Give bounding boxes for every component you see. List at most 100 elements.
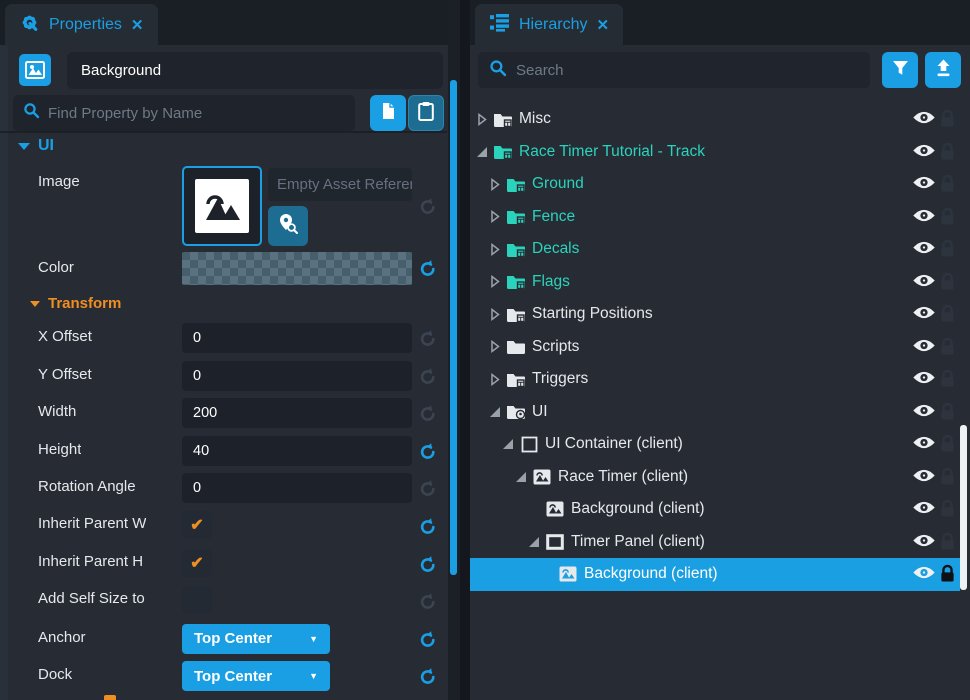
tree-row[interactable]: Decals [470, 233, 970, 266]
properties-scrollbar-track[interactable] [448, 0, 460, 700]
tree-row[interactable]: UI Container (client) [470, 428, 970, 461]
object-name-input[interactable] [67, 52, 443, 89]
checkbox[interactable] [182, 586, 212, 614]
collapsed-arrow-icon[interactable] [487, 242, 503, 256]
visibility-eye-icon[interactable] [912, 468, 936, 485]
dropdown-select[interactable]: Top Center ▼ [182, 661, 330, 691]
lock-icon[interactable] [940, 207, 955, 226]
filter-button[interactable] [882, 52, 918, 88]
tree-row[interactable]: Triggers [470, 363, 970, 396]
copy-properties-button[interactable] [370, 95, 406, 131]
reset-dropdown-button[interactable] [418, 629, 438, 649]
lock-icon[interactable] [940, 272, 955, 291]
expanded-arrow-icon[interactable] [474, 145, 490, 159]
visibility-eye-icon[interactable] [912, 370, 936, 387]
collapsed-arrow-icon[interactable] [487, 177, 503, 191]
lock-icon[interactable] [940, 174, 955, 193]
checkbox[interactable]: ✔ [182, 549, 212, 577]
reset-checkbox-button[interactable] [418, 591, 438, 611]
field-input[interactable] [182, 436, 412, 466]
tree-row[interactable]: Race Timer (client) [470, 461, 970, 494]
tree-row[interactable]: Flags [470, 266, 970, 299]
visibility-eye-icon[interactable] [912, 175, 936, 192]
collapsed-arrow-icon[interactable] [474, 112, 490, 126]
field-input[interactable] [182, 323, 412, 353]
reset-field-button[interactable] [418, 328, 438, 348]
expanded-arrow-icon[interactable] [487, 405, 503, 419]
lock-icon[interactable] [940, 564, 955, 583]
field-input[interactable] [182, 473, 412, 503]
expanded-arrow-icon[interactable] [500, 437, 516, 451]
visibility-eye-icon[interactable] [912, 533, 936, 550]
reset-field-button[interactable] [418, 478, 438, 498]
tree-row[interactable]: Scripts [470, 331, 970, 364]
visibility-eye-icon[interactable] [912, 273, 936, 290]
lock-icon[interactable] [940, 499, 955, 518]
tree-row[interactable]: Timer Panel (client) [470, 526, 970, 559]
tree-row[interactable]: Ground [470, 168, 970, 201]
reset-checkbox-button[interactable] [418, 516, 438, 536]
lock-icon[interactable] [940, 532, 955, 551]
lock-icon[interactable] [940, 467, 955, 486]
field-input[interactable] [182, 398, 412, 428]
visibility-eye-icon[interactable] [912, 500, 936, 517]
lock-icon[interactable] [940, 239, 955, 258]
properties-scrollbar-thumb[interactable] [450, 80, 457, 575]
properties-close-icon[interactable]: ✕ [131, 16, 144, 34]
expanded-arrow-icon[interactable] [513, 470, 529, 484]
reset-checkbox-button[interactable] [418, 554, 438, 574]
visibility-eye-icon[interactable] [912, 208, 936, 225]
reset-color-button[interactable] [418, 258, 438, 278]
tree-row[interactable]: Starting Positions [470, 298, 970, 331]
collapsed-arrow-icon[interactable] [487, 340, 503, 354]
collapsed-arrow-icon[interactable] [487, 372, 503, 386]
hierarchy-search-input[interactable] [516, 62, 859, 79]
property-search-input[interactable] [48, 105, 345, 122]
collapsed-arrow-icon[interactable] [487, 210, 503, 224]
tab-hierarchy[interactable]: Hierarchy ✕ [475, 4, 623, 45]
reset-field-button[interactable] [418, 366, 438, 386]
tree-row[interactable]: Background (client) [470, 493, 970, 526]
paste-properties-button[interactable] [408, 95, 444, 131]
visibility-eye-icon[interactable] [912, 338, 936, 355]
lock-icon[interactable] [940, 142, 955, 161]
tree-row[interactable]: Background (client) [470, 558, 960, 591]
find-asset-button[interactable] [268, 206, 308, 246]
object-type-image-icon[interactable] [19, 54, 51, 86]
reset-field-button[interactable] [418, 403, 438, 423]
lock-icon[interactable] [940, 369, 955, 388]
tree-row[interactable]: Misc [470, 103, 970, 136]
reset-dropdown-button[interactable] [418, 666, 438, 686]
publish-upload-button[interactable] [925, 52, 961, 88]
property-search-box[interactable] [13, 95, 355, 131]
section-ui[interactable]: UI [18, 137, 54, 155]
dropdown-select[interactable]: Top Center ▼ [182, 624, 330, 654]
visibility-eye-icon[interactable] [912, 143, 936, 160]
checkbox[interactable]: ✔ [182, 511, 212, 539]
visibility-eye-icon[interactable] [912, 403, 936, 420]
image-asset-thumbnail[interactable] [182, 166, 262, 246]
reset-field-button[interactable] [418, 441, 438, 461]
field-input[interactable] [182, 361, 412, 391]
reset-image-button[interactable] [418, 196, 438, 216]
visibility-eye-icon[interactable] [912, 565, 936, 582]
hierarchy-close-icon[interactable]: ✕ [596, 16, 609, 34]
lock-icon[interactable] [940, 402, 955, 421]
visibility-eye-icon[interactable] [912, 435, 936, 452]
collapsed-arrow-icon[interactable] [487, 275, 503, 289]
hierarchy-search-box[interactable] [478, 52, 870, 88]
tree-row[interactable]: Fence [470, 201, 970, 234]
hierarchy-scrollbar-thumb[interactable] [960, 425, 967, 590]
lock-icon[interactable] [940, 304, 955, 323]
color-swatch[interactable] [182, 252, 412, 285]
visibility-eye-icon[interactable] [912, 305, 936, 322]
section-transform[interactable]: Transform [30, 295, 121, 312]
visibility-eye-icon[interactable] [912, 240, 936, 257]
expanded-arrow-icon[interactable] [526, 535, 542, 549]
lock-icon[interactable] [940, 109, 955, 128]
tree-row[interactable]: UI [470, 396, 970, 429]
lock-icon[interactable] [940, 434, 955, 453]
lock-icon[interactable] [940, 337, 955, 356]
collapsed-arrow-icon[interactable] [487, 307, 503, 321]
tab-properties[interactable]: Properties ✕ [5, 4, 158, 45]
